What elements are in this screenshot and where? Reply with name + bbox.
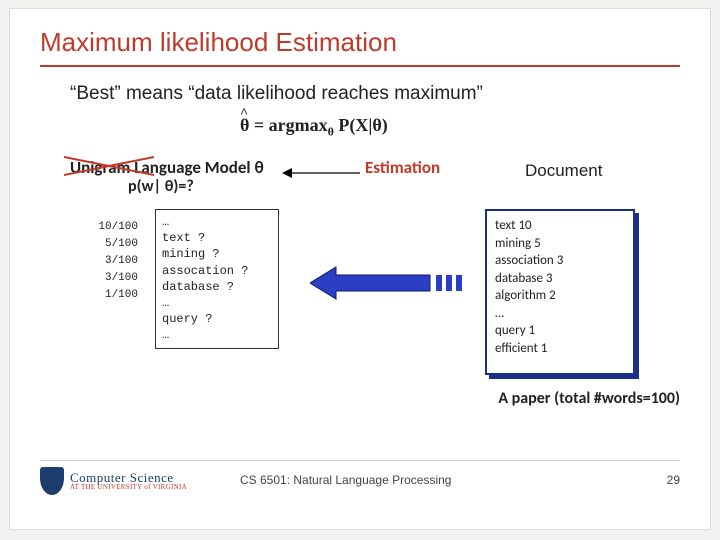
doc-line: query 1 xyxy=(495,322,625,340)
doc-line: … xyxy=(495,305,625,323)
model-counts: 10/100 5/100 3/100 3/100 1/100 xyxy=(82,219,138,304)
count-row: 10/100 xyxy=(82,219,138,236)
uva-logo: Computer Science AT THE UNIVERSITY of VI… xyxy=(40,467,187,495)
slide-title: Maximum likelihood Estimation xyxy=(40,27,397,58)
doc-line: association 3 xyxy=(495,252,625,270)
shield-icon xyxy=(40,467,64,495)
model-line: … xyxy=(162,327,272,343)
logo-text-small: AT THE UNIVERSITY of VIRGINIA xyxy=(70,484,187,491)
doc-line: database 3 xyxy=(495,270,625,288)
doc-line: mining 5 xyxy=(495,235,625,253)
page-number: 29 xyxy=(667,473,680,487)
model-line: text ? xyxy=(162,230,272,246)
doc-line: algorithm 2 xyxy=(495,287,625,305)
caption: A paper (total #words=100) xyxy=(498,389,680,408)
document-label: Document xyxy=(525,161,602,181)
arrow-left-icon xyxy=(280,166,362,180)
model-row: Unigram Language Model θ p(w| θ)=? Estim… xyxy=(70,157,690,201)
model-line: database ? xyxy=(162,279,272,295)
count-row: 3/100 xyxy=(82,270,138,287)
estimation-label: Estimation xyxy=(365,157,440,178)
doc-line: text 10 xyxy=(495,217,625,235)
model-line: … xyxy=(162,295,272,311)
model-line: mining ? xyxy=(162,246,272,262)
footer: Computer Science AT THE UNIVERSITY of VI… xyxy=(40,460,680,509)
count-row: 3/100 xyxy=(82,253,138,270)
title-rule xyxy=(40,65,680,67)
doc-line: efficient 1 xyxy=(495,340,625,358)
course-footer: CS 6501: Natural Language Processing xyxy=(240,473,451,487)
model-line: … xyxy=(162,214,272,230)
count-row: 1/100 xyxy=(82,287,138,304)
count-row: 5/100 xyxy=(82,236,138,253)
document-box: text 10 mining 5 association 3 database … xyxy=(485,209,635,375)
slide-subtitle: “Best” means “data likelihood reaches ma… xyxy=(70,83,483,105)
model-line: assocation ? xyxy=(162,263,272,279)
model-box: … text ? mining ? assocation ? database … xyxy=(155,209,279,349)
page-fold-inner xyxy=(621,361,633,373)
slide: Maximum likelihood Estimation “Best” mea… xyxy=(9,8,711,530)
model-sub: p(w| θ)=? xyxy=(128,177,194,196)
model-line: query ? xyxy=(162,311,272,327)
block-arrow-left-icon xyxy=(310,265,470,301)
mle-formula: ^θ = argmaxθ P(X|θ) xyxy=(240,115,388,140)
